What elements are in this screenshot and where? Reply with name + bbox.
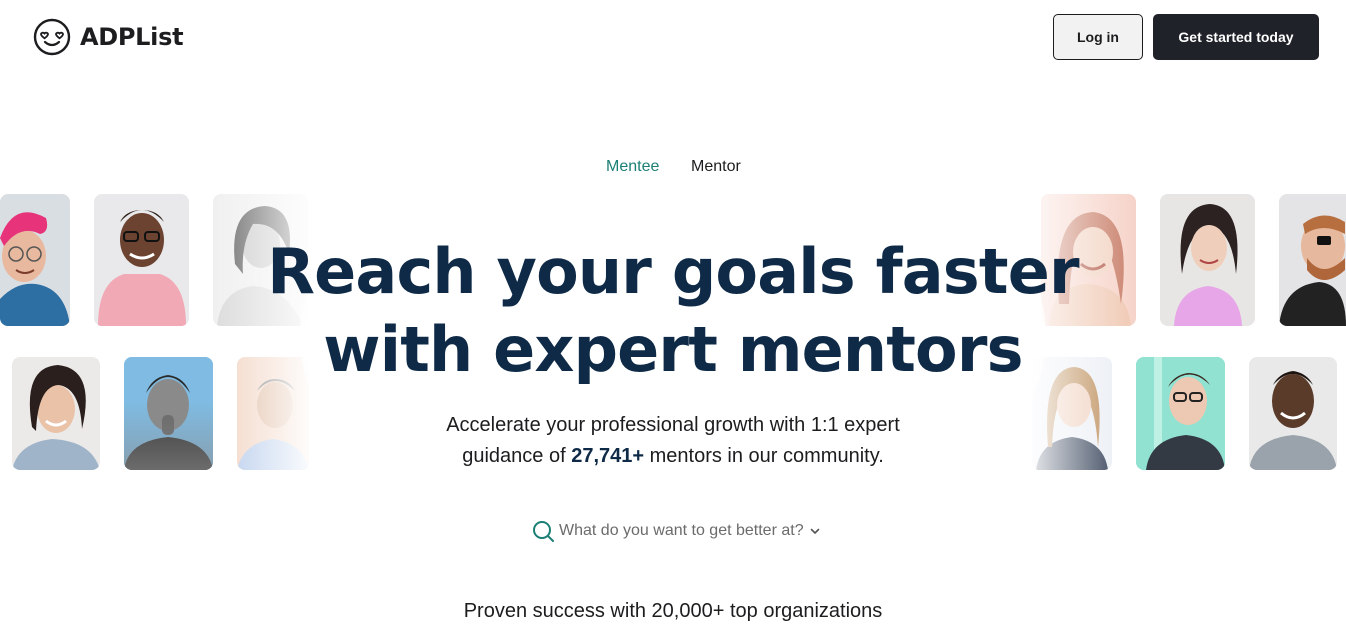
hero-subtitle-tail: mentors in our community. — [644, 445, 884, 467]
search-input[interactable] — [559, 522, 809, 540]
login-button[interactable]: Log in — [1053, 14, 1143, 60]
search-icon — [533, 521, 554, 542]
brand-name: ADPList — [80, 23, 184, 51]
site-header: ADPList Log in Get started today — [0, 0, 1346, 76]
mentor-count: 27,741+ — [571, 445, 645, 467]
audience-tabs: Mentee Mentor — [0, 158, 1346, 180]
get-started-button[interactable]: Get started today — [1153, 14, 1319, 60]
hero-subtitle: Accelerate your professional growth with… — [0, 410, 1346, 472]
hero-title: Reach your goals faster with expert ment… — [0, 233, 1346, 389]
tab-mentee[interactable]: Mentee — [606, 158, 659, 176]
chevron-down-icon[interactable] — [810, 526, 820, 536]
social-proof-text: Proven success with 20,000+ top organiza… — [463, 600, 883, 622]
smiley-heart-eyes-icon — [33, 18, 71, 56]
skill-search[interactable] — [532, 518, 820, 544]
brand-logo-link[interactable]: ADPList — [33, 18, 184, 56]
hero-subtitle-line-1: Accelerate your professional growth with… — [446, 414, 900, 436]
hero-subtitle-lead: guidance of — [462, 445, 572, 467]
tab-mentor[interactable]: Mentor — [691, 158, 741, 176]
hero-title-line-2: with expert mentors — [323, 313, 1023, 386]
hero-title-line-1: Reach your goals faster — [267, 235, 1079, 308]
